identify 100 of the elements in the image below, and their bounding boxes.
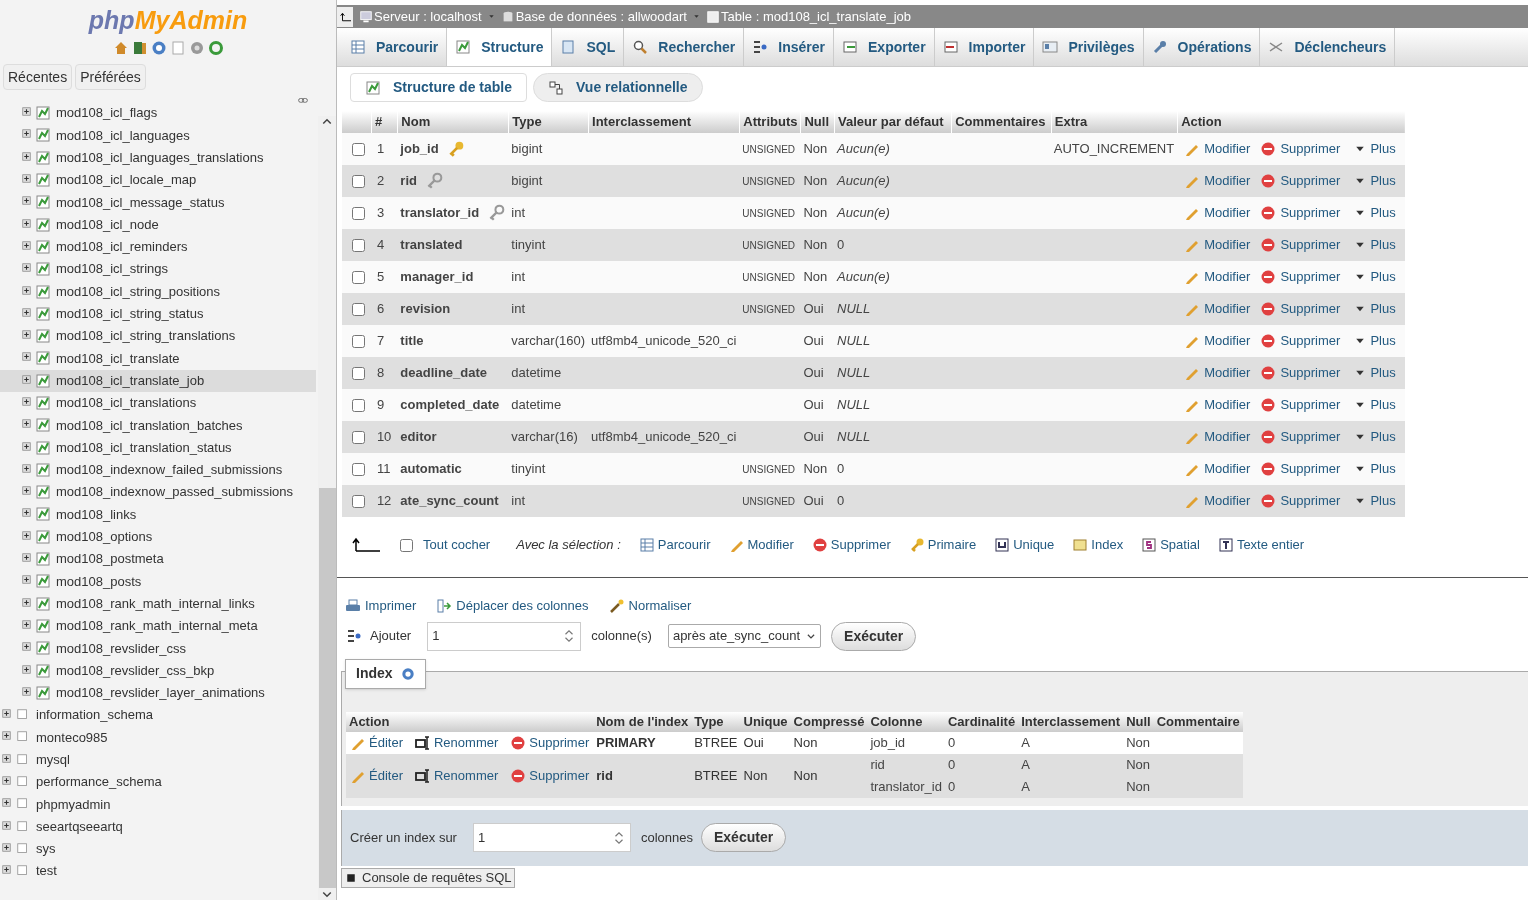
bulk-action-link[interactable]: Spatial xyxy=(1141,535,1200,555)
action-link[interactable]: Modifier xyxy=(1184,235,1251,255)
nav-tab[interactable]: Structure xyxy=(447,28,553,66)
table-name[interactable]: mod108_icl_string_positions xyxy=(56,281,221,302)
expand-icon[interactable] xyxy=(2,753,14,766)
database-name[interactable]: test xyxy=(36,861,57,881)
tree-item[interactable]: mod108_revslider_layer_animations xyxy=(0,681,316,704)
position-dropdown[interactable]: après ate_sync_count xyxy=(667,624,822,648)
tool-link[interactable]: Déplacer des colonnes xyxy=(436,596,589,616)
link-icon[interactable] xyxy=(296,96,310,106)
check-all-checkbox[interactable] xyxy=(400,538,413,552)
action-link[interactable]: Supprimer xyxy=(1260,203,1341,223)
tree-item[interactable]: mod108_icl_string_positions xyxy=(0,280,316,303)
tool-link[interactable]: Normaliser xyxy=(608,596,692,616)
action-link[interactable]: Plus xyxy=(1354,171,1396,191)
row-checkbox[interactable] xyxy=(352,303,365,317)
table-name[interactable]: mod108_icl_strings xyxy=(56,259,168,279)
database-name[interactable]: mysql xyxy=(36,750,70,770)
row-checkbox[interactable] xyxy=(352,399,365,413)
action-link[interactable]: Plus xyxy=(1354,491,1396,511)
database-name[interactable]: sys xyxy=(36,839,56,859)
row-checkbox[interactable] xyxy=(352,463,365,477)
tree-item[interactable]: mod108_rank_math_internal_meta xyxy=(0,614,316,638)
action-link[interactable]: Renommer xyxy=(414,732,499,753)
action-link[interactable]: Modifier xyxy=(1184,139,1251,159)
table-name[interactable]: mod108_revslider_layer_animations xyxy=(56,683,265,703)
table-name[interactable]: mod108_links xyxy=(56,504,137,525)
table-name[interactable]: mod108_icl_translation_batches xyxy=(56,415,243,436)
action-link[interactable]: Plus xyxy=(1354,139,1396,159)
database-name[interactable]: seeartqseeartq xyxy=(36,816,123,837)
expand-icon[interactable] xyxy=(22,397,34,409)
tool-link[interactable]: Imprimer xyxy=(345,596,417,616)
tree-item[interactable]: mod108_icl_languages_translations xyxy=(0,146,316,169)
nav-tab[interactable]: Importer xyxy=(934,28,1035,66)
expand-icon[interactable] xyxy=(22,530,34,543)
action-link[interactable]: Renommer xyxy=(414,765,499,786)
nav-tab[interactable]: Déclencheurs xyxy=(1260,28,1396,66)
action-link[interactable]: Plus xyxy=(1354,331,1396,351)
tree-item[interactable]: mod108_icl_flags xyxy=(0,102,316,125)
row-checkbox[interactable] xyxy=(352,175,365,189)
sidebar-tab[interactable]: Préférées xyxy=(75,64,146,90)
row-checkbox[interactable] xyxy=(352,271,365,285)
table-name[interactable]: mod108_indexnow_passed_submissions xyxy=(56,482,294,502)
table-name[interactable]: mod108_icl_string_status xyxy=(56,304,204,324)
action-link[interactable]: Éditer xyxy=(350,765,403,786)
expand-icon[interactable] xyxy=(22,240,34,253)
action-link[interactable]: Plus xyxy=(1354,267,1396,287)
action-link[interactable]: Modifier xyxy=(1184,363,1251,383)
tree-item[interactable]: mod108_revslider_css_bkp xyxy=(0,659,316,682)
action-link[interactable]: Modifier xyxy=(1184,395,1251,415)
table-name[interactable]: mod108_icl_string_translations xyxy=(56,326,236,346)
bulk-action-link[interactable]: Modifier xyxy=(728,535,794,555)
bulk-action-link[interactable]: Parcourir xyxy=(638,535,711,555)
action-link[interactable]: Supprimer xyxy=(1260,139,1341,159)
action-link[interactable]: Supprimer xyxy=(1260,235,1341,255)
action-link[interactable]: Éditer xyxy=(350,732,403,753)
action-link[interactable]: Supprimer xyxy=(1260,459,1341,479)
table-name[interactable]: mod108_indexnow_failed_submissions xyxy=(56,460,283,480)
tree-item[interactable]: mod108_icl_locale_map xyxy=(0,168,316,192)
action-link[interactable]: Supprimer xyxy=(1260,331,1341,351)
action-link[interactable]: Plus xyxy=(1354,235,1396,255)
tree-item[interactable]: mod108_icl_translations xyxy=(0,391,316,415)
row-checkbox[interactable] xyxy=(352,143,365,157)
nav-tab[interactable]: Opérations xyxy=(1143,28,1261,66)
expand-icon[interactable] xyxy=(22,374,34,387)
action-link[interactable]: Modifier xyxy=(1184,427,1251,447)
action-link[interactable]: Modifier xyxy=(1184,171,1251,191)
action-link[interactable]: Supprimer xyxy=(1260,427,1341,447)
tree-item[interactable]: mod108_postmeta xyxy=(0,547,316,571)
scrollbar[interactable] xyxy=(318,116,336,900)
action-link[interactable]: Plus xyxy=(1354,395,1396,415)
bulk-action-link[interactable]: Supprimer xyxy=(811,535,891,555)
execute-button[interactable]: Exécuter xyxy=(701,823,787,852)
number-field[interactable]: 1 xyxy=(427,621,582,651)
tree-item[interactable]: mod108_icl_translation_batches xyxy=(0,414,316,437)
table-name[interactable]: mod108_rank_math_internal_links xyxy=(56,593,255,614)
table-name[interactable]: mod108_icl_translate_job xyxy=(56,370,205,391)
row-checkbox[interactable] xyxy=(352,239,365,253)
table-name[interactable]: mod108_icl_translations xyxy=(56,393,197,413)
table-name[interactable]: mod108_rank_math_internal_meta xyxy=(56,616,258,636)
action-link[interactable]: Plus xyxy=(1354,363,1396,383)
action-link[interactable]: Modifier xyxy=(1184,267,1251,287)
row-checkbox[interactable] xyxy=(352,495,365,509)
action-link[interactable]: Modifier xyxy=(1184,331,1251,351)
tree-item[interactable]: mod108_links xyxy=(0,503,316,526)
expand-icon[interactable] xyxy=(22,307,34,320)
nav-tab[interactable]: SQL xyxy=(552,28,625,66)
breadcrumb-link[interactable]: Base de données : allwoodart xyxy=(515,6,687,27)
expand-icon[interactable] xyxy=(22,285,34,298)
nav-tab[interactable]: Insérer xyxy=(744,28,834,66)
expand-icon[interactable] xyxy=(22,441,34,454)
tree-item[interactable]: mod108_indexnow_failed_submissions xyxy=(0,458,316,482)
row-checkbox[interactable] xyxy=(352,335,365,349)
expand-icon[interactable] xyxy=(2,842,14,855)
expand-icon[interactable] xyxy=(22,218,34,231)
bulk-action-link[interactable]: Texte entier xyxy=(1217,535,1305,555)
table-name[interactable]: mod108_postmeta xyxy=(56,549,164,569)
tree-item[interactable]: mod108_icl_translate xyxy=(0,347,316,370)
table-name[interactable]: mod108_icl_translate xyxy=(56,348,180,369)
database-name[interactable]: monteco985 xyxy=(36,727,108,748)
